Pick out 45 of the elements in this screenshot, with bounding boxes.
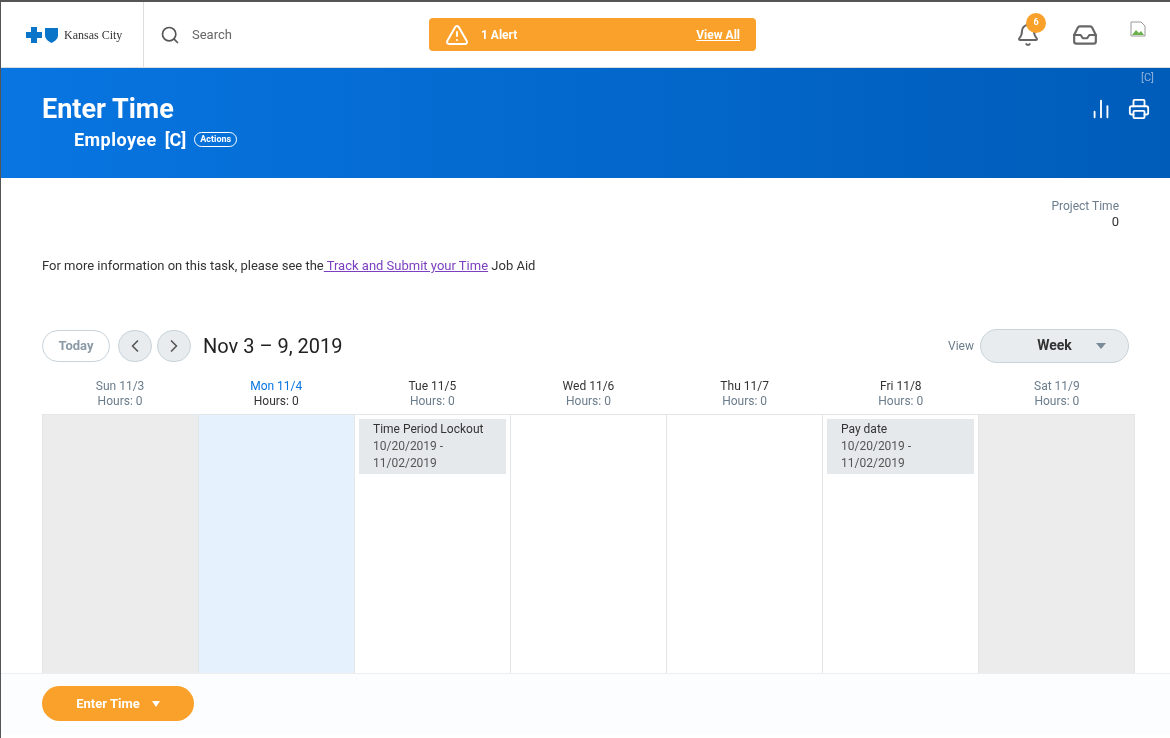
view-label: View (948, 337, 974, 355)
project-time-value: 0 (1111, 214, 1119, 230)
warning-icon (445, 22, 469, 47)
event-dates: 10/20/2019 - 11/02/2019 (373, 437, 445, 472)
day-header: Sun 11/3 (95, 378, 145, 394)
cross-shield-logo-icon (26, 26, 60, 43)
day-column[interactable] (979, 414, 1135, 673)
day-header: Sat 11/9 (1034, 378, 1080, 394)
day-hours: Hours: 0 (97, 393, 143, 409)
day-hours: Hours: 0 (253, 393, 299, 409)
corner-tag: [C] (1141, 70, 1154, 87)
view-dropdown[interactable]: Week (980, 328, 1129, 363)
search-field[interactable]: Search (192, 24, 392, 45)
event-title: Pay date (841, 420, 889, 438)
print-icon[interactable] (1128, 98, 1150, 120)
project-time-label: Project Time (1051, 198, 1119, 214)
day-column[interactable] (199, 414, 355, 673)
day-hours: Hours: 0 (722, 393, 768, 409)
event-title: Time Period Lockout (373, 420, 485, 438)
calendar-event[interactable]: Time Period Lockout 10/20/2019 - 11/02/2019 (359, 418, 506, 474)
day-header: Mon 11/4 (250, 378, 303, 394)
search-icon (160, 24, 180, 45)
logo-text: Kansas City (64, 26, 123, 44)
day-column[interactable] (43, 414, 199, 673)
page-subtitle: Employee (74, 128, 157, 152)
day-header: Tue 11/5 (408, 378, 457, 394)
page-title: Enter Time (42, 94, 174, 124)
next-button[interactable] (157, 329, 191, 362)
day-hours: Hours: 0 (1034, 393, 1080, 409)
day-hours: Hours: 0 (409, 393, 455, 409)
day-hours: Hours: 0 (878, 393, 924, 409)
day-hours: Hours: 0 (566, 393, 611, 409)
day-header: Wed 11/6 (562, 378, 615, 394)
broken-image-icon (1130, 20, 1146, 37)
calendar-event[interactable]: Pay date 10/20/2019 - 11/02/2019 (827, 418, 974, 474)
alert-count: 1 Alert (481, 26, 518, 44)
info-text: For more information on this task, please see the Track and Submit your Time Job Aid (42, 257, 537, 275)
job-aid-link[interactable]: Track and Submit your Time (323, 258, 489, 273)
subtitle-tag: [C] (164, 126, 187, 153)
previous-button[interactable] (118, 329, 152, 362)
notification-badge: 6 (1026, 12, 1046, 33)
date-range: Nov 3 – 9, 2019 (203, 332, 343, 360)
day-header: Thu 11/7 (720, 378, 769, 394)
event-dates: 10/20/2019 - 11/02/2019 (841, 437, 913, 472)
day-header: Fri 11/8 (879, 378, 922, 394)
